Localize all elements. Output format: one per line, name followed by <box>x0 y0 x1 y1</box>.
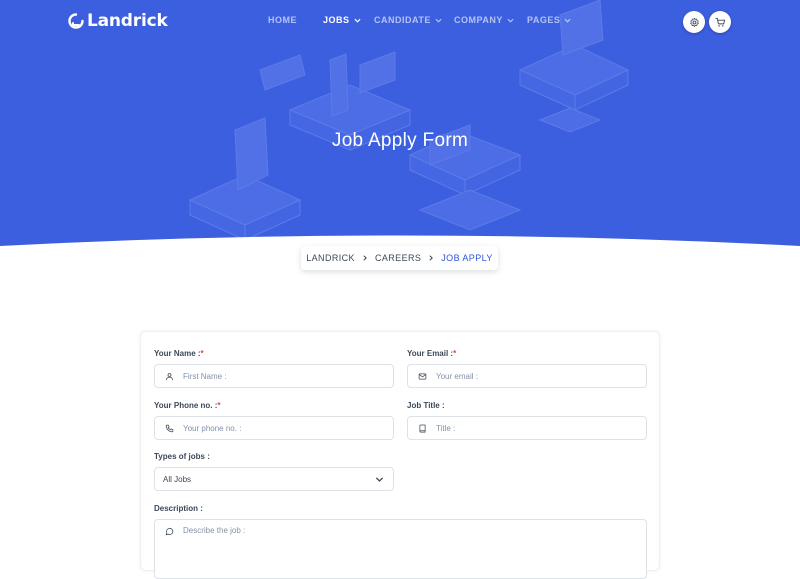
page-title: Job Apply Form <box>331 130 469 151</box>
nav-item-jobs[interactable]: JOBS <box>323 15 361 25</box>
cart-button[interactable] <box>709 11 731 33</box>
chevron-right-icon <box>363 255 367 261</box>
nav-item-company[interactable]: COMPANY <box>454 15 514 25</box>
nav-item-candidate[interactable]: CANDIDATE <box>374 15 442 25</box>
nav-item-home[interactable]: HOME <box>268 15 297 25</box>
brand-name: Landrick <box>87 11 168 31</box>
job-title-label: Job Title : <box>407 401 445 410</box>
chevron-down-icon <box>375 476 384 482</box>
description-textarea[interactable]: Describe the job : <box>154 519 647 579</box>
required-marker: * <box>217 401 221 410</box>
required-marker: * <box>200 349 204 358</box>
description-label: Description : <box>154 504 203 513</box>
breadcrumb-item-landrick[interactable]: LANDRICK <box>306 253 355 263</box>
job-types-select[interactable]: All Jobs <box>154 467 394 491</box>
phone-icon <box>165 424 174 432</box>
nav-item-pages[interactable]: PAGES <box>527 15 571 25</box>
chevron-down-icon <box>353 18 361 23</box>
breadcrumb: LANDRICK CAREERS JOB APPLY <box>301 246 498 270</box>
job-apply-form: Your Name :* First Name : Your Email :* … <box>140 331 660 579</box>
brand-logo[interactable]: Landrick <box>68 10 168 32</box>
job-title-placeholder: Title : <box>436 423 456 433</box>
email-label: Your Email :* <box>407 349 457 358</box>
job-types-selected: All Jobs <box>163 474 192 484</box>
phone-field[interactable]: Your phone no. : <box>154 416 394 440</box>
chevron-down-icon <box>507 18 514 23</box>
settings-button[interactable] <box>683 11 705 33</box>
phone-placeholder: Your phone no. : <box>183 423 242 433</box>
email-field[interactable]: Your email : <box>407 364 647 388</box>
chevron-down-icon <box>564 18 571 23</box>
phone-label: Your Phone no. :* <box>154 401 221 410</box>
chevron-down-icon <box>435 18 442 23</box>
user-icon <box>166 372 173 380</box>
landrick-logo-icon <box>68 13 84 29</box>
breadcrumb-item-job-apply: JOB APPLY <box>441 253 493 263</box>
message-circle-icon <box>165 527 174 536</box>
name-field[interactable]: First Name : <box>154 364 394 388</box>
cart-icon <box>714 17 725 27</box>
name-placeholder: First Name : <box>183 371 227 381</box>
name-label: Your Name :* <box>154 349 204 358</box>
chevron-right-icon <box>429 255 434 261</box>
top-navbar: Landrick HOME JOBS CANDIDATE COMPANY PAG… <box>0 0 800 44</box>
book-icon <box>419 424 426 432</box>
mail-icon <box>418 373 427 379</box>
email-placeholder: Your email : <box>436 371 478 381</box>
required-marker: * <box>453 349 457 358</box>
settings-icon <box>689 17 699 27</box>
job-title-field[interactable]: Title : <box>407 416 647 440</box>
breadcrumb-item-careers[interactable]: CAREERS <box>375 253 421 263</box>
job-types-label: Types of jobs : <box>154 452 210 461</box>
description-placeholder: Describe the job : <box>183 526 246 535</box>
